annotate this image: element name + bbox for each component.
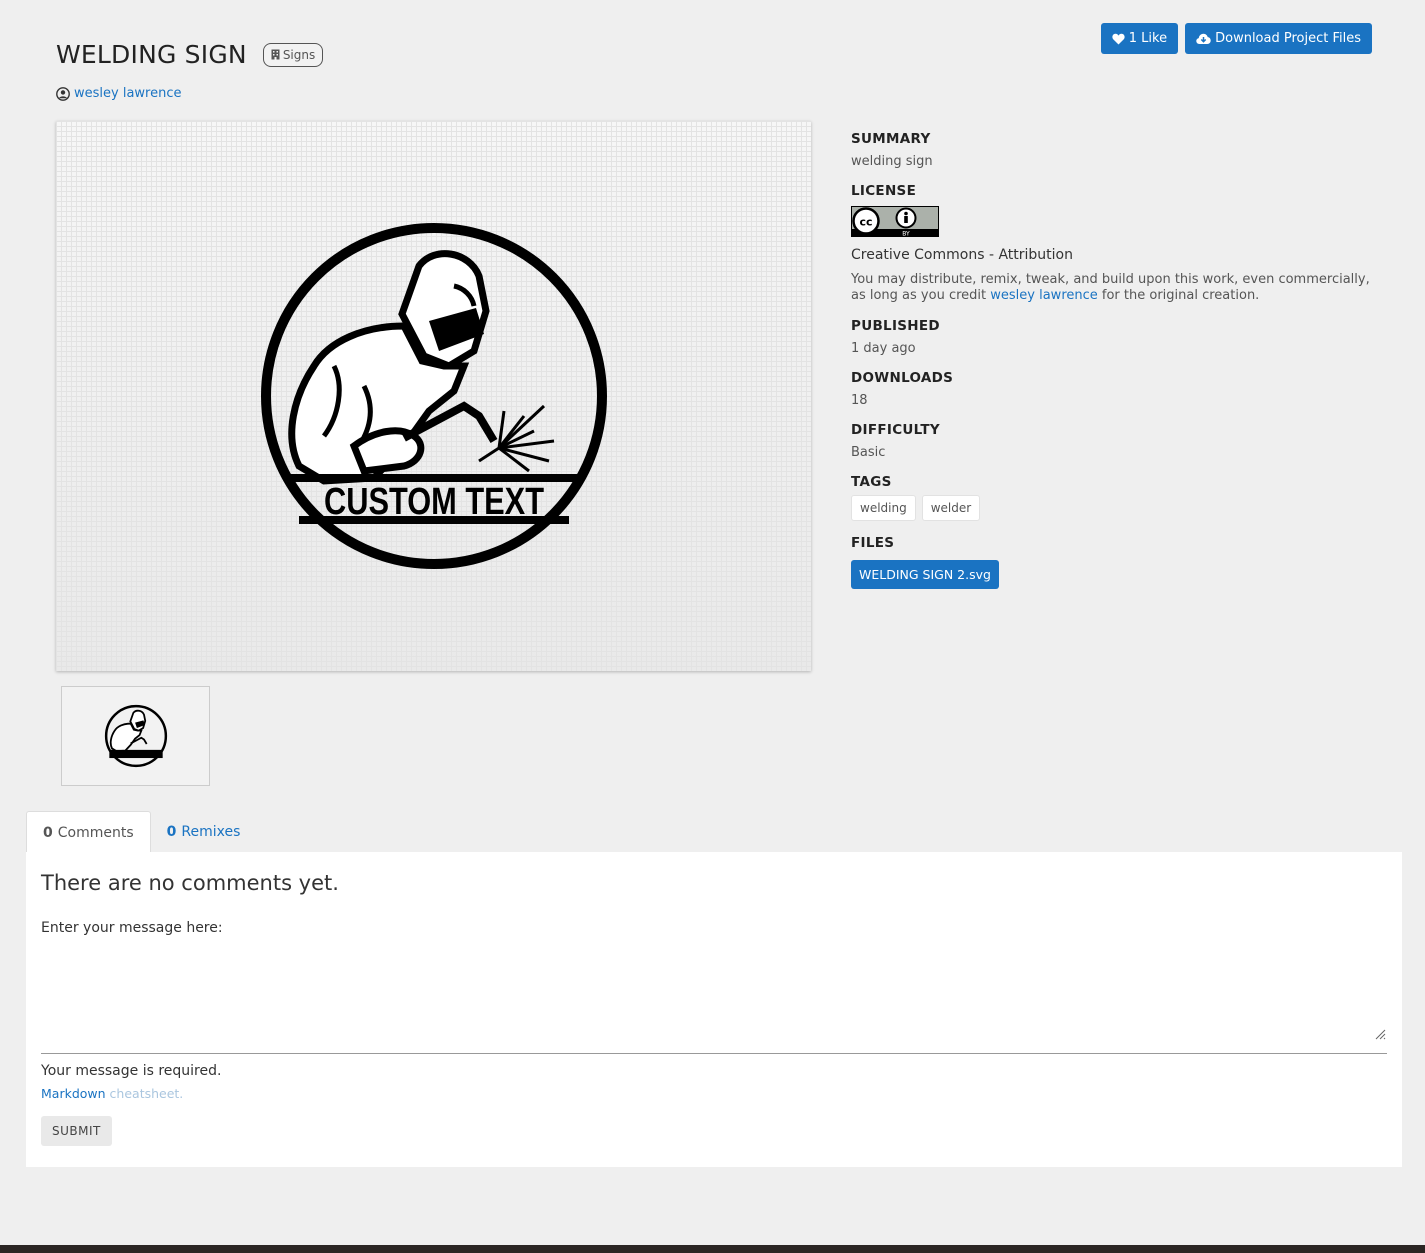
summary-heading: SUMMARY [851,131,931,147]
download-label: Download Project Files [1215,31,1361,46]
footer-bar [0,1245,1425,1253]
comments-count: 0 [43,824,53,841]
comments-panel: There are no comments yet. Enter your me… [26,852,1402,1167]
files-section: FILES WELDING SIGN 2.svg [851,535,1371,589]
tag-welder[interactable]: welder [921,495,981,521]
message-label: Enter your message here: [41,920,223,936]
summary-value: welding sign [851,154,933,169]
title-row: WELDING SIGN Signs [56,40,324,69]
category-badge[interactable]: Signs [262,42,324,67]
project-details: SUMMARY welding sign LICENSE cc BY Creat… [851,131,1371,603]
difficulty-value: Basic [851,445,886,460]
license-section: LICENSE cc BY Creative Commons - Attribu… [851,183,1371,304]
thumbnail-1[interactable] [61,686,210,786]
difficulty-heading: DIFFICULTY [851,422,940,438]
tag-list: welding welder [851,495,1371,521]
tag-welding[interactable]: welding [851,495,916,521]
like-label: 1 Like [1128,31,1168,46]
author-row: wesley lawrence [56,86,182,101]
license-heading: LICENSE [851,183,917,199]
submit-button[interactable]: SUBMIT [41,1116,112,1146]
tab-comments[interactable]: 0 Comments [26,811,151,853]
license-description: You may distribute, remix, tweak, and bu… [851,272,1371,304]
thumbnail-artwork [104,704,167,768]
tags-section: TAGS welding welder [851,474,1371,521]
markdown-link[interactable]: Markdown [41,1086,106,1101]
tags-heading: TAGS [851,474,892,490]
main-preview-image[interactable]: CUSTOM TEXT [56,121,811,671]
required-message: Your message is required. [41,1063,222,1079]
downloads-section: DOWNLOADS 18 [851,370,1371,408]
markdown-help: Markdown cheatsheet. [41,1086,1387,1101]
downloads-heading: DOWNLOADS [851,370,954,386]
sign-text: CUSTOM TEXT [324,481,544,523]
summary-section: SUMMARY welding sign [851,131,1371,169]
discussion-tabs: 0 Comments 0 Remixes [26,811,256,853]
published-value: 1 day ago [851,341,916,356]
message-textarea[interactable] [41,948,1387,1054]
svg-text:cc: cc [859,216,872,229]
remixes-tab-label: Remixes [181,824,241,840]
license-desc-after: for the original creation. [1101,288,1260,303]
author-link[interactable]: wesley lawrence [74,86,182,101]
license-name: Creative Commons - Attribution [851,247,1073,263]
top-actions: 1 Like Download Project Files [1100,23,1372,54]
download-button[interactable]: Download Project Files [1185,23,1372,54]
tab-remixes[interactable]: 0 Remixes [151,811,257,853]
published-heading: PUBLISHED [851,318,940,334]
no-comments-text: There are no comments yet. [41,871,339,895]
comments-tab-label: Comments [57,824,134,841]
resize-handle-icon[interactable] [1374,1028,1386,1040]
file-download-button[interactable]: WELDING SIGN 2.svg [851,560,999,589]
heart-icon [1112,33,1125,44]
building-icon [271,49,280,60]
category-label: Signs [282,47,316,62]
difficulty-section: DIFFICULTY Basic [851,422,1371,460]
cloud-download-icon [1196,33,1211,44]
license-author-link[interactable]: wesley lawrence [990,288,1098,303]
cc-by-license-icon[interactable]: cc BY [851,206,939,237]
cc-badge-text: BY [902,230,910,237]
welding-sign-artwork: CUSTOM TEXT [260,223,607,569]
published-section: PUBLISHED 1 day ago [851,318,1371,356]
downloads-value: 18 [851,393,868,408]
remixes-count: 0 [166,824,177,840]
cheatsheet-text: cheatsheet. [109,1086,184,1101]
user-circle-icon [56,86,70,101]
like-button[interactable]: 1 Like [1100,23,1179,54]
files-heading: FILES [851,535,895,551]
page-title: WELDING SIGN [56,40,247,69]
